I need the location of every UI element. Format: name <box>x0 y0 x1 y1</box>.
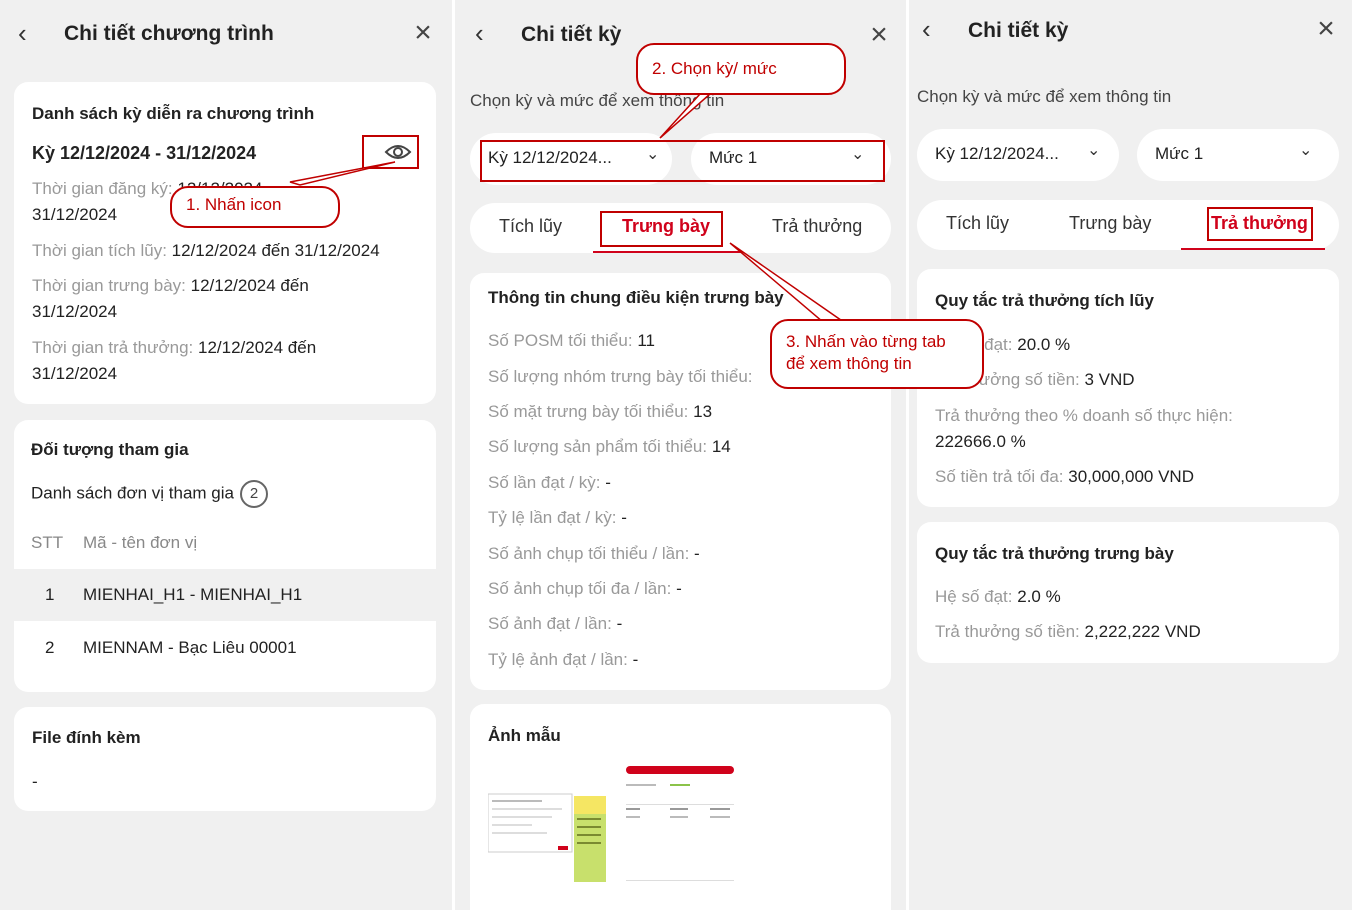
card-title: Quy tắc trả thưởng trưng bày <box>935 544 1174 563</box>
period-select[interactable]: Kỳ 12/12/2024... ⌄ <box>917 129 1119 181</box>
tab-accumulation[interactable]: Tích lũy <box>946 213 1009 234</box>
card-title: File đính kèm <box>32 728 141 747</box>
active-tab-indicator <box>593 251 743 253</box>
period-label: Kỳ 12/12/2024 - 31/12/2024 <box>32 143 257 163</box>
info-line: Số ảnh chụp tối đa / lần: - <box>488 579 682 598</box>
period-detail-display-panel: ‹ Chi tiết kỳ × Chọn kỳ và mức để xem th… <box>455 0 906 910</box>
column-stt: STT <box>31 533 64 552</box>
info-line: Số POSM tối thiểu: 11 <box>488 331 655 350</box>
active-tab-indicator <box>1181 248 1325 250</box>
header: ‹ Chi tiết chương trình × <box>0 0 452 68</box>
info-line: Số lượng sản phẩm tối thiểu: 14 <box>488 437 731 456</box>
instruction-text: Chọn kỳ và mức để xem thông tin <box>917 87 1172 106</box>
annotation-step2: 2. Chọn kỳ/ mức <box>636 43 846 95</box>
info-line: Số tiền trả tối đa: 30,000,000 VND <box>935 467 1194 486</box>
tab-reward[interactable]: Trả thưởng <box>772 216 862 237</box>
header: ‹ Chi tiết kỳ × <box>909 0 1352 68</box>
card-title: Quy tắc trả thưởng tích lũy <box>935 291 1154 310</box>
card-title: Đối tượng tham gia <box>31 440 189 459</box>
info-line: Số lượng nhóm trưng bày tối thiểu: <box>488 367 753 386</box>
info-line: Trả thưởng số tiền: 2,222,222 VND <box>935 622 1201 641</box>
chevron-down-icon: ⌄ <box>1299 142 1313 159</box>
table-row[interactable]: 2 MIENNAM - Bạc Liêu 00001 <box>14 622 436 674</box>
close-icon[interactable]: × <box>410 18 436 48</box>
page-title: Chi tiết chương trình <box>64 22 274 45</box>
sample-image-thumbnail[interactable] <box>620 764 738 884</box>
tab-accumulation[interactable]: Tích lũy <box>499 216 562 237</box>
participants-card: Đối tượng tham gia Danh sách đơn vị tham… <box>14 420 436 692</box>
chevron-left-icon[interactable]: ‹ <box>18 20 38 46</box>
chevron-left-icon[interactable]: ‹ <box>475 20 495 46</box>
level-select[interactable]: Mức 1 ⌄ <box>1137 129 1339 181</box>
display-time: Thời gian trưng bày: 12/12/2024 đến 31/1… <box>32 276 309 321</box>
attachment-value: - <box>32 772 38 791</box>
info-line: Số mặt trưng bày tối thiểu: 13 <box>488 402 713 421</box>
info-line: Số ảnh đạt / lần: - <box>488 614 623 633</box>
sample-images-card: Ảnh mẫu <box>470 704 891 910</box>
chevron-left-icon[interactable]: ‹ <box>922 16 942 42</box>
table-row[interactable]: 1 MIENHAI_H1 - MIENHAI_H1 <box>14 569 436 621</box>
page-title: Chi tiết kỳ <box>521 23 622 46</box>
period-detail-reward-panel: ‹ Chi tiết kỳ × Chọn kỳ và mức để xem th… <box>909 0 1352 910</box>
tab-highlight-box <box>600 211 723 247</box>
display-reward-card: Quy tắc trả thưởng trưng bày Hệ số đạt: … <box>917 522 1339 663</box>
annotation-step1: 1. Nhấn icon <box>170 186 340 228</box>
chevron-down-icon: ⌄ <box>1087 142 1101 159</box>
card-title: Thông tin chung điều kiện trưng bày <box>488 288 784 307</box>
close-icon[interactable]: × <box>1313 14 1339 44</box>
info-line: Hệ số đạt: 2.0 % <box>935 587 1061 606</box>
reward-time: Thời gian trả thưởng: 12/12/2024 đến 31/… <box>32 338 317 383</box>
page-title: Chi tiết kỳ <box>968 19 1069 42</box>
sample-image-thumbnail[interactable] <box>487 786 606 882</box>
annotation-step3: 3. Nhấn vào từng tab để xem thông tin <box>770 319 984 389</box>
close-icon[interactable]: × <box>866 20 892 50</box>
unit-list-label: Danh sách đơn vị tham gia 2 <box>31 480 268 508</box>
tab-highlight-box <box>1207 207 1313 241</box>
info-line: Tỷ lệ ảnh đạt / lần: - <box>488 650 639 669</box>
accumulation-time: Thời gian tích lũy: 12/12/2024 đến 31/12… <box>32 241 380 260</box>
info-line: Tỷ lệ lần đạt / kỳ: - <box>488 508 627 527</box>
eye-highlight-box <box>362 135 419 169</box>
count-badge: 2 <box>239 480 268 508</box>
info-line: Trả thưởng theo % doanh số thực hiện: 222… <box>935 406 1233 451</box>
attachments-card: File đính kèm - <box>14 707 436 811</box>
tab-display[interactable]: Trưng bày <box>1069 213 1151 234</box>
card-title: Danh sách kỳ diễn ra chương trình <box>32 104 315 123</box>
select-highlight-box <box>480 140 885 182</box>
column-name: Mã - tên đơn vị <box>83 533 198 552</box>
info-line: Số lần đạt / kỳ: - <box>488 473 611 492</box>
card-title: Ảnh mẫu <box>488 726 561 745</box>
accumulation-reward-card: Quy tắc trả thưởng tích lũy Hệ số đạt: 2… <box>917 269 1339 507</box>
period-list-card: Danh sách kỳ diễn ra chương trình Kỳ 12/… <box>14 82 436 404</box>
info-line: Số ảnh chụp tối thiểu / lần: - <box>488 544 700 563</box>
